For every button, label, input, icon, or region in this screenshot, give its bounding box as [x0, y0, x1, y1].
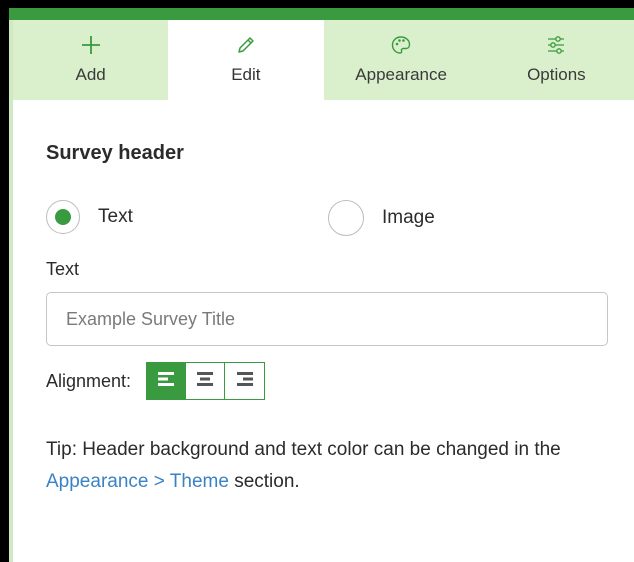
- text-field-label: Text: [46, 259, 80, 279]
- align-right-button[interactable]: [225, 363, 265, 399]
- window-frame-left: [0, 8, 9, 562]
- tab-appearance[interactable]: Appearance: [323, 20, 479, 100]
- tab-add[interactable]: Add: [13, 20, 169, 100]
- appearance-theme-link[interactable]: Appearance > Theme: [46, 471, 229, 492]
- sliders-icon: [544, 33, 568, 57]
- tip-text: Tip: Header background and text color ca…: [46, 434, 616, 498]
- palette-icon: [389, 33, 413, 57]
- radio-image-circle[interactable]: [328, 200, 364, 236]
- align-left-icon: [156, 370, 176, 393]
- tab-options[interactable]: Options: [478, 20, 634, 100]
- alignment-label: Alignment:: [46, 370, 132, 391]
- tab-add-label: Add: [75, 65, 106, 84]
- tab-bar: Add Edit Appearance Options: [13, 20, 634, 100]
- radio-image-label: Image: [382, 207, 435, 228]
- align-center-icon: [195, 370, 215, 393]
- align-left-button[interactable]: [147, 363, 187, 399]
- left-accent-stripe: [9, 20, 13, 562]
- top-accent-bar: [0, 8, 634, 20]
- radio-text-circle[interactable]: [46, 200, 80, 234]
- header-type-radio-group: Text Image: [46, 200, 616, 240]
- alignment-row: Alignment:: [46, 362, 266, 400]
- align-center-button[interactable]: [186, 363, 226, 399]
- tab-edit-label: Edit: [231, 65, 261, 84]
- radio-text-label: Text: [98, 206, 133, 227]
- tip-prefix: Tip: Header background and text color ca…: [46, 439, 561, 460]
- radio-text[interactable]: Text: [46, 200, 133, 234]
- tab-options-label: Options: [527, 65, 586, 84]
- alignment-button-group: [146, 362, 266, 400]
- window-frame-top: [0, 0, 634, 8]
- plus-icon: [79, 33, 103, 57]
- tab-edit[interactable]: Edit: [168, 20, 324, 100]
- tip-suffix: section.: [228, 471, 300, 492]
- radio-selected-dot: [55, 209, 71, 225]
- pencil-icon: [234, 33, 258, 57]
- tab-appearance-label: Appearance: [355, 65, 447, 84]
- section-title: Survey header: [46, 142, 184, 164]
- radio-image[interactable]: Image: [328, 200, 435, 236]
- align-right-icon: [235, 370, 255, 393]
- survey-title-input[interactable]: [46, 292, 608, 346]
